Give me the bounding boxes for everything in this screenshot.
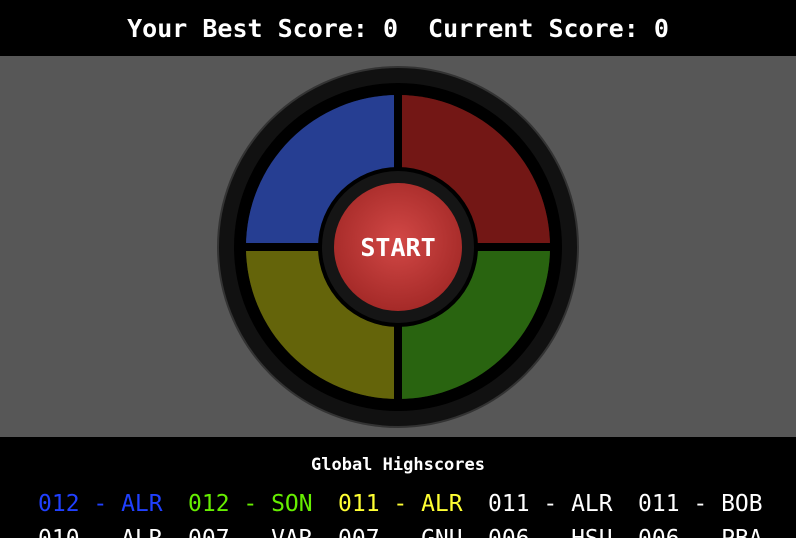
highscores-panel: Global Highscores 012 - ALR 012 - SON 01… bbox=[0, 437, 796, 538]
current-score-value: 0 bbox=[653, 13, 669, 43]
highscore-entry: 007 - GNU bbox=[338, 526, 488, 538]
highscore-entry: 006 - PBA bbox=[638, 526, 788, 538]
highscore-entry: 010 - ALR bbox=[38, 526, 188, 538]
best-score-label: Your Best Score: bbox=[127, 13, 383, 43]
highscore-entry: 007 - VAR bbox=[188, 526, 338, 538]
highscore-entry: 011 - ALR bbox=[338, 491, 463, 517]
highscores-row-1: 012 - ALR 012 - SON 011 - ALR 011 - ALR … bbox=[38, 491, 788, 517]
best-score-value: 0 bbox=[382, 13, 399, 43]
highscore-entry: 012 - SON bbox=[188, 491, 313, 517]
score-bar: Your Best Score: 0 Current Score: 0 bbox=[0, 0, 796, 56]
highscore-entry: 012 - ALR bbox=[38, 491, 163, 517]
highscore-entry: 011 - ALR bbox=[488, 491, 613, 517]
game-area: START bbox=[0, 56, 796, 437]
highscores-row-2: 010 - ALR 007 - VAR 007 - GNU 006 - HSU … bbox=[38, 526, 788, 538]
start-label: START bbox=[360, 233, 435, 262]
current-score-label: Current Score: bbox=[428, 13, 654, 43]
highscore-entry: 006 - HSU bbox=[488, 526, 638, 538]
simon-game-page: Your Best Score: 0 Current Score: 0 STAR… bbox=[0, 0, 796, 538]
highscore-entry: 011 - BOB bbox=[638, 491, 763, 517]
highscores-title: Global Highscores bbox=[311, 455, 485, 475]
simon-board: START bbox=[217, 66, 579, 428]
